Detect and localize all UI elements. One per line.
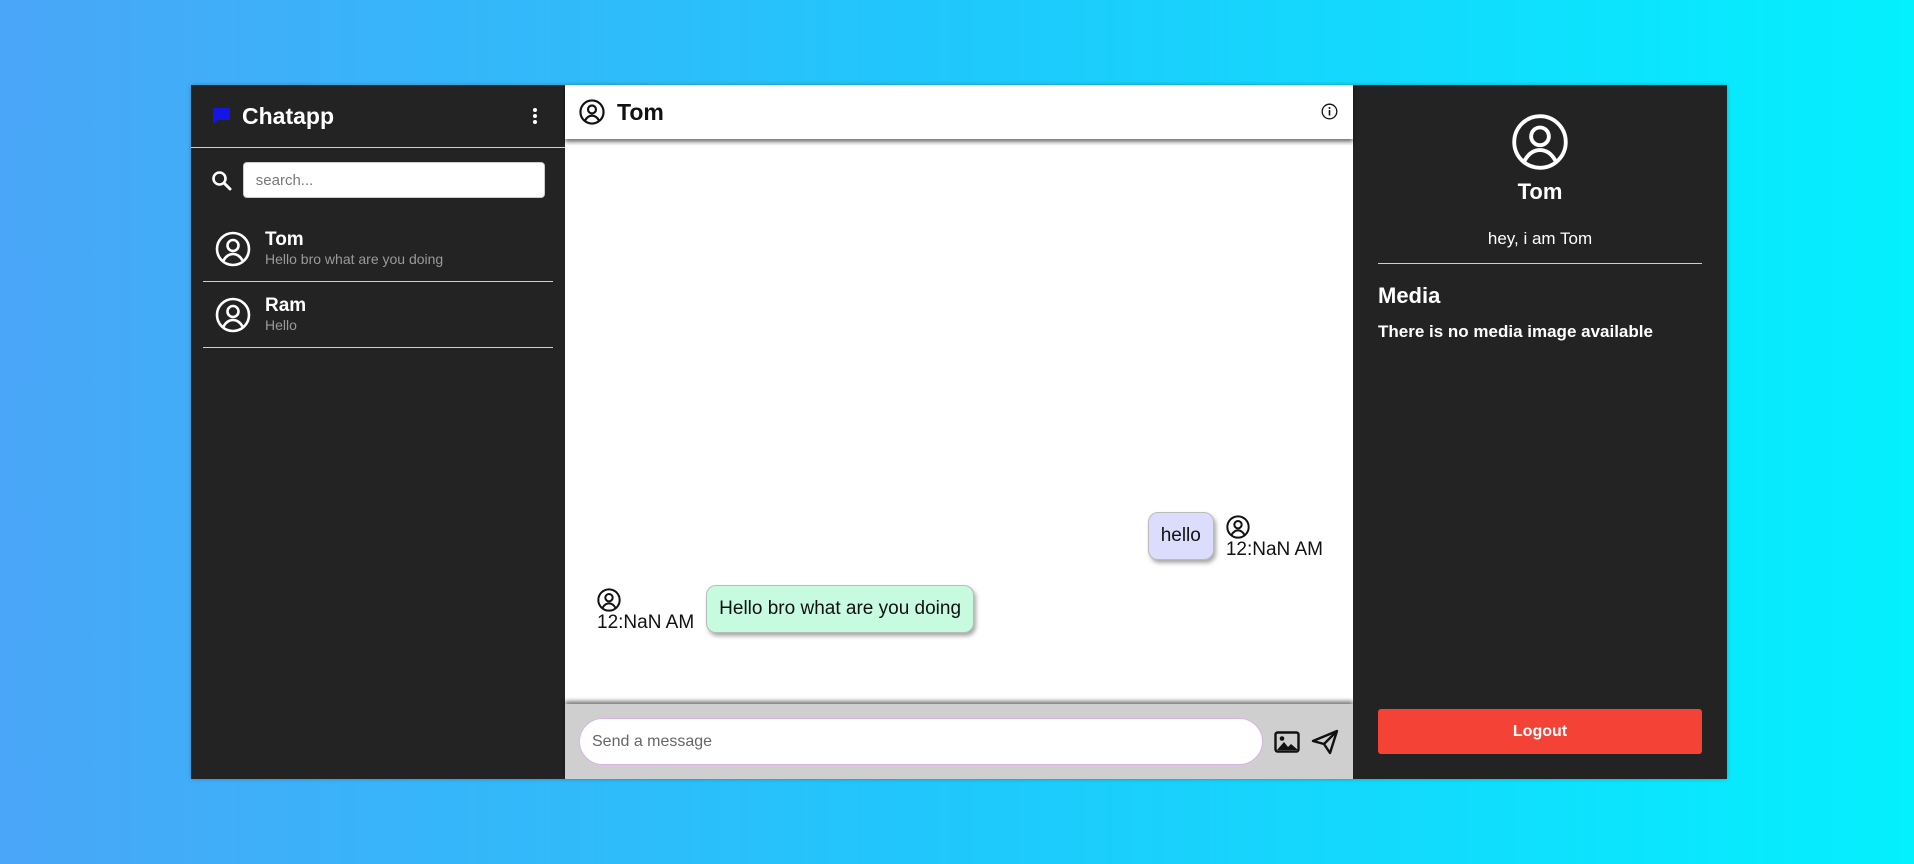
chat-header: Tom — [565, 85, 1353, 139]
app-title: Chatapp — [242, 102, 334, 129]
message-incoming: 12:NaN AM Hello bro what are you doing — [597, 585, 975, 634]
chat-bubble-icon — [211, 106, 231, 126]
chat-app-window: Chatapp Tom Hello bro what are you doing — [191, 85, 1727, 779]
chat-title: Tom — [617, 98, 664, 125]
kebab-menu-icon[interactable] — [525, 104, 545, 128]
contact-last-message: Hello — [265, 317, 297, 333]
contact-last-message: Hello bro what are you doing — [265, 251, 444, 267]
logout-button[interactable]: Logout — [1378, 709, 1702, 754]
avatar-icon — [597, 588, 621, 612]
contact-item-tom[interactable]: Tom Hello bro what are you doing — [203, 216, 553, 282]
media-empty-text: There is no media image available — [1378, 322, 1653, 341]
message-list: hello 12:NaN AM 12:NaN AM Hello bro what… — [565, 139, 1353, 704]
divider — [1378, 263, 1702, 264]
sidebar: Chatapp Tom Hello bro what are you doing — [191, 85, 565, 779]
search-input[interactable] — [242, 162, 545, 198]
message-bubble: Hello bro what are you doing — [706, 585, 975, 633]
contact-name: Tom — [265, 229, 304, 250]
avatar-icon — [1226, 515, 1250, 539]
search-bar — [191, 148, 565, 212]
profile-bio: hey, i am Tom — [1487, 229, 1593, 248]
message-bubble: hello — [1147, 512, 1214, 560]
profile-panel: Tom hey, i am Tom Media There is no medi… — [1353, 85, 1727, 779]
message-outgoing: hello 12:NaN AM — [1147, 512, 1323, 561]
message-time: 12:NaN AM — [597, 612, 695, 633]
sidebar-header: Chatapp — [191, 85, 565, 148]
message-time: 12:NaN AM — [1225, 539, 1323, 560]
image-upload-icon[interactable] — [1273, 728, 1301, 756]
avatar-icon — [1511, 113, 1569, 171]
contact-item-ram[interactable]: Ram Hello — [203, 282, 553, 348]
avatar-icon — [215, 231, 251, 267]
chat-panel: Tom hello 12:NaN AM 12:NaN AM Hello bro … — [565, 85, 1353, 779]
contact-name: Ram — [265, 295, 307, 316]
media-heading: Media — [1378, 283, 1441, 308]
avatar-icon — [579, 99, 605, 125]
contact-list: Tom Hello bro what are you doing Ram Hel… — [191, 216, 565, 348]
info-icon[interactable] — [1321, 103, 1339, 121]
search-icon — [211, 169, 233, 191]
avatar-icon — [215, 297, 251, 333]
message-composer — [565, 704, 1353, 779]
send-icon[interactable] — [1311, 728, 1339, 756]
message-input[interactable] — [579, 718, 1264, 765]
profile-name: Tom — [1517, 179, 1563, 204]
